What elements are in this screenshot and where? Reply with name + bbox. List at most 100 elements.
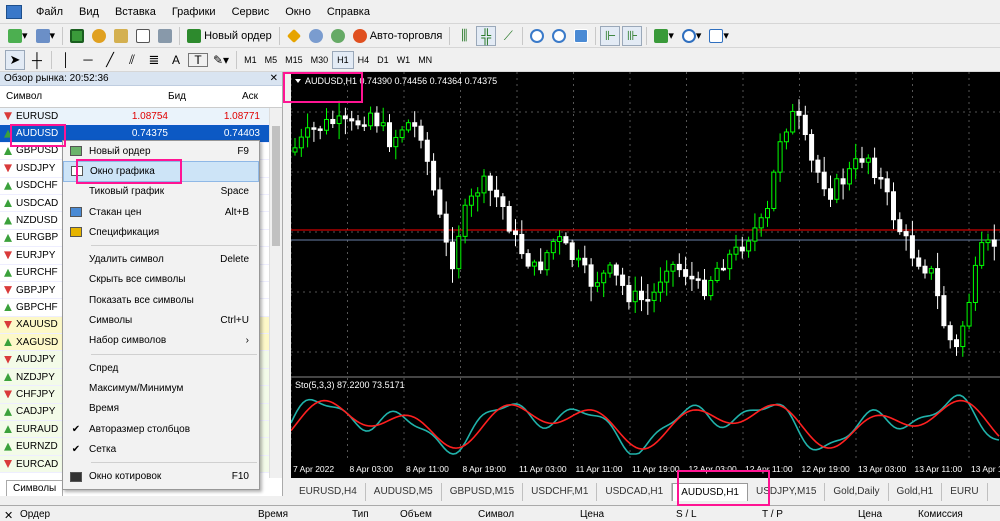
terminal-col-8[interactable]: Цена xyxy=(858,509,882,520)
timeframe-d1[interactable]: D1 xyxy=(373,51,393,69)
new-chart-button[interactable]: ▾ xyxy=(5,26,31,46)
arrow-up-icon xyxy=(4,146,12,155)
cursor-button[interactable]: ➤ xyxy=(5,49,25,70)
timeframe-h4[interactable]: H4 xyxy=(354,51,374,69)
timeframe-mn[interactable]: MN xyxy=(414,51,436,69)
bull-candle xyxy=(985,239,991,244)
menu-2[interactable]: Вставка xyxy=(107,6,164,18)
symbol-row-eurusd[interactable]: EURUSD 1.08754 1.08771 xyxy=(0,108,270,126)
fibonacci-button[interactable]: ≣ xyxy=(144,50,164,70)
line-chart-button[interactable]: ⟋ xyxy=(498,26,518,46)
context-item-14[interactable]: Время xyxy=(63,399,259,419)
timeframe-m30[interactable]: M30 xyxy=(307,51,333,69)
context-item-9[interactable]: Символы Ctrl+U xyxy=(63,310,259,330)
context-item-2[interactable]: Тиковый график Space xyxy=(63,182,259,202)
terminal-col-0[interactable]: Ордер xyxy=(20,509,50,520)
chart-tab-0[interactable]: EURUSD,H4 xyxy=(291,483,366,501)
signals-button[interactable] xyxy=(306,26,326,46)
context-item-13[interactable]: Максимум/Минимум xyxy=(63,378,259,398)
chart-tab-8[interactable]: Gold,H1 xyxy=(889,483,943,501)
menu-5[interactable]: Окно xyxy=(277,6,319,18)
context-item-1[interactable]: Окно графика xyxy=(63,161,259,182)
menu-3[interactable]: Графики xyxy=(164,6,224,18)
auto-trading-button[interactable]: Авто-торговля xyxy=(350,26,446,46)
chart-tab-6[interactable]: USDJPY,M15 xyxy=(748,483,826,501)
market-watch-button[interactable] xyxy=(67,26,87,46)
terminal-col-7[interactable]: T / P xyxy=(762,509,783,520)
tab-symbols[interactable]: Символы xyxy=(6,480,64,496)
templates-button[interactable]: ▾ xyxy=(706,26,732,46)
terminal-col-2[interactable]: Тип xyxy=(352,509,369,520)
menu-4[interactable]: Сервис xyxy=(224,6,278,18)
close-icon[interactable]: ✕ xyxy=(270,72,282,85)
terminal-col-5[interactable]: Цена xyxy=(580,509,604,520)
text-label-button[interactable]: T xyxy=(188,52,208,67)
zoom-in-button[interactable] xyxy=(527,26,547,46)
text-button[interactable]: A xyxy=(166,50,186,70)
context-item-18[interactable]: Окно котировок F10 xyxy=(63,466,259,486)
chart-tab-3[interactable]: USDCHF,M1 xyxy=(523,483,598,501)
terminal-button[interactable] xyxy=(133,26,153,46)
chart-tab-4[interactable]: USDCAD,H1 xyxy=(597,483,673,501)
vertical-line-button[interactable]: │ xyxy=(56,50,76,70)
chart-tab-1[interactable]: AUDUSD,M5 xyxy=(366,483,442,501)
col-symbol[interactable]: Символ xyxy=(0,91,112,102)
timeframe-m1[interactable]: M1 xyxy=(240,51,261,69)
context-item-10[interactable]: Набор символов › xyxy=(63,331,259,351)
channel-button[interactable]: ⫽ xyxy=(122,50,142,70)
bar-chart-button[interactable]: ⫼ xyxy=(454,26,474,46)
navigator-button[interactable] xyxy=(111,26,131,46)
terminal-col-4[interactable]: Символ xyxy=(478,509,514,520)
terminal-col-6[interactable]: S / L xyxy=(676,509,697,520)
data-window-button[interactable] xyxy=(89,26,109,46)
timeframe-m5[interactable]: M5 xyxy=(261,51,282,69)
context-item-15[interactable]: ✔ Авторазмер столбцов xyxy=(63,419,259,439)
timeframe-h1[interactable]: H1 xyxy=(332,50,354,69)
menu-6[interactable]: Справка xyxy=(319,6,378,18)
symbol-name: AUDUSD xyxy=(16,128,59,140)
tile-windows-button[interactable] xyxy=(571,26,591,46)
arrows-button[interactable]: ✎▾ xyxy=(210,50,232,70)
new-order-button[interactable]: Новый ордер xyxy=(184,26,275,46)
meta-editor-button[interactable] xyxy=(284,26,304,46)
community-button[interactable] xyxy=(328,26,348,46)
horizontal-line-button[interactable]: ─ xyxy=(78,50,98,70)
terminal-col-3[interactable]: Объем xyxy=(400,509,432,520)
chart-tab-9[interactable]: EURU xyxy=(942,483,988,501)
context-item-12[interactable]: Спред xyxy=(63,358,259,378)
context-item-7[interactable]: Скрыть все символы xyxy=(63,270,259,290)
chart-tab-5[interactable]: AUDUSD,H1 xyxy=(672,483,748,501)
crosshair-button[interactable]: ┼ xyxy=(27,50,47,70)
terminal-col-9[interactable]: Комиссия xyxy=(918,509,963,520)
context-item-3[interactable]: Стакан цен Alt+B xyxy=(63,202,259,222)
arrow-up-icon xyxy=(4,181,12,190)
menu-1[interactable]: Вид xyxy=(71,6,107,18)
context-item-0[interactable]: Новый ордер F9 xyxy=(63,141,259,161)
market-watch-scrollbar[interactable] xyxy=(269,108,282,478)
menu-0[interactable]: Файл xyxy=(28,6,71,18)
chart-shift-button[interactable]: ⊪ xyxy=(622,25,643,46)
strategy-tester-button[interactable] xyxy=(155,26,175,46)
trendline-button[interactable]: ╱ xyxy=(100,50,120,70)
chart-tab-2[interactable]: GBPUSD,M15 xyxy=(442,483,524,501)
context-item-4[interactable]: Спецификация xyxy=(63,222,259,242)
zoom-out-button[interactable] xyxy=(549,26,569,46)
chart-tab-7[interactable]: Gold,Daily xyxy=(825,483,889,501)
profiles-button[interactable]: ▾ xyxy=(33,26,59,46)
timeframe-m15[interactable]: M15 xyxy=(281,51,307,69)
context-item-16[interactable]: ✔ Сетка xyxy=(63,439,259,459)
periods-button[interactable]: ▾ xyxy=(679,26,705,46)
close-icon[interactable]: ✕ xyxy=(4,509,13,521)
symbol-name: NZDUSD xyxy=(16,215,58,227)
chart-window[interactable]: AUDUSD,H1 0.74390 0.74456 0.74364 0.7437… xyxy=(291,72,1000,478)
chart-menu-icon[interactable] xyxy=(295,79,301,83)
autoscroll-button[interactable]: ⊩ xyxy=(600,25,621,46)
col-ask[interactable]: Аск xyxy=(192,91,264,102)
context-item-6[interactable]: Удалить символ Delete xyxy=(63,249,259,269)
timeframe-w1[interactable]: W1 xyxy=(393,51,415,69)
terminal-col-1[interactable]: Время xyxy=(258,509,288,520)
candlestick-button[interactable]: ╬ xyxy=(476,25,497,46)
indicators-button[interactable]: ▾ xyxy=(651,26,677,46)
col-bid[interactable]: Бид xyxy=(112,91,192,102)
context-item-8[interactable]: Показать все символы xyxy=(63,290,259,310)
